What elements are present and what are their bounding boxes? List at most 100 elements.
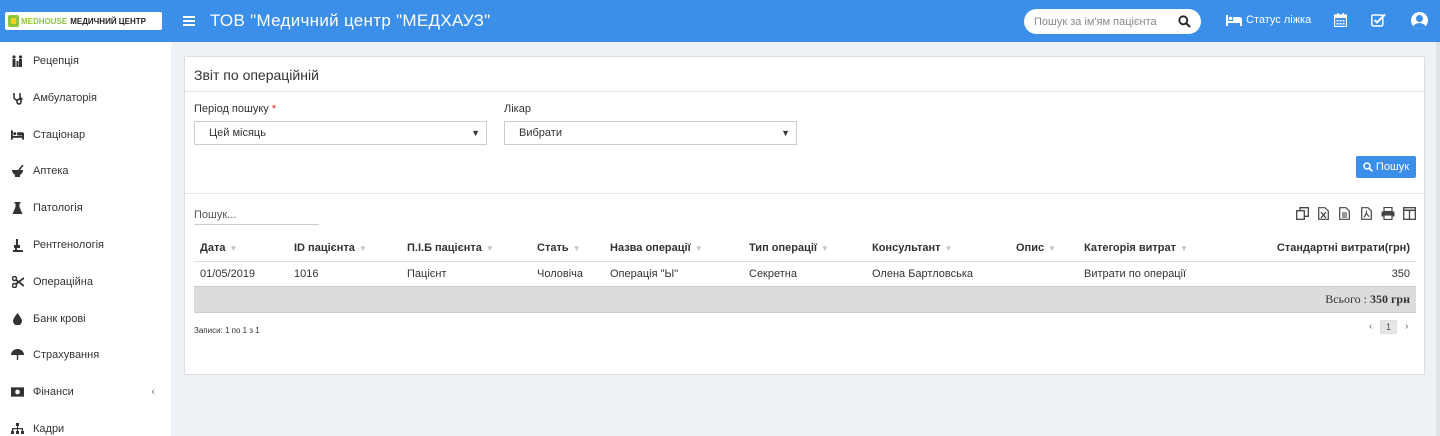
money-icon	[11, 386, 24, 399]
table-row[interactable]: 01/05/2019 1016 Пацієнт Чоловіча Операці…	[194, 261, 1416, 286]
sidebar-item-blood-bank[interactable]: Банк крові	[0, 304, 171, 334]
table-cell: Витрати по операції	[1084, 267, 1187, 280]
period-label: Період пошуку *	[194, 103, 276, 115]
sort-icon: ▼	[694, 243, 703, 253]
period-select-value: Цей місяць	[209, 127, 266, 139]
sidebar-item-inpatient[interactable]: Стаціонар	[0, 120, 171, 150]
sort-icon: ▼	[229, 243, 238, 253]
divider	[185, 91, 1424, 92]
page-scrollbar[interactable]	[1436, 42, 1440, 436]
total-cell: Всього : 350 грн	[194, 285, 1416, 313]
pagination-next[interactable]: ›	[1405, 321, 1408, 332]
search-button-label: Пошук	[1375, 161, 1410, 173]
doctor-select-value: Вибрати	[519, 127, 562, 139]
bed-status-button[interactable]: Статус ліжка	[1226, 14, 1311, 26]
bed-icon	[11, 129, 24, 142]
pdf-icon[interactable]	[1361, 207, 1372, 220]
sidebar-item-reception[interactable]: Рецепція	[0, 46, 171, 76]
column-header[interactable]: Категорія витрат ▼	[1078, 235, 1228, 262]
app-logo[interactable]: MEDHOUSE МЕДИЧНИЙ ЦЕНТР	[5, 12, 162, 30]
column-header[interactable]: Опис ▼	[1010, 235, 1078, 262]
column-header[interactable]: Назва операції ▼	[604, 235, 743, 262]
sidebar-item-operating[interactable]: Операційна	[0, 267, 171, 297]
sort-icon: ▼	[821, 243, 829, 253]
sort-icon: ▼	[1048, 243, 1057, 253]
sidebar-item-outpatient[interactable]: Амбулаторія	[0, 83, 171, 113]
table-cell: 01/05/2019	[200, 267, 256, 280]
column-header[interactable]: Тип операції ▼	[743, 235, 866, 262]
pagination-prev[interactable]: ‹	[1369, 321, 1372, 332]
bed-icon	[1226, 14, 1242, 26]
table-cell: Секретна	[749, 267, 797, 280]
organization-title: ТОВ "Медичний центр "МЕДХАУЗ"	[210, 11, 491, 30]
doctor-select[interactable]: Вибрати ▼	[504, 121, 797, 145]
scissors-icon	[11, 276, 24, 289]
table-cell: Пацієнт	[407, 267, 447, 280]
column-header[interactable]: Стандартні витрати(грн)	[1228, 235, 1416, 262]
caret-down-icon: ▼	[781, 128, 790, 138]
column-header[interactable]: Стать ▼	[531, 235, 604, 262]
sidebar-item-label: Кадри	[33, 423, 65, 435]
blood-drop-icon	[11, 313, 24, 326]
sidebar-item-label: Фінанси	[33, 386, 74, 398]
column-header[interactable]: П.І.Б пацієнта ▼	[401, 235, 531, 262]
table-filter-input[interactable]	[194, 206, 319, 225]
sidebar-item-label: Амбулаторія	[33, 92, 97, 104]
table-total-row: Всього : 350 грн	[194, 285, 1416, 313]
search-icon[interactable]	[1178, 15, 1191, 28]
sidebar-item-label: Страхування	[33, 349, 100, 361]
column-header[interactable]: Дата ▼	[194, 235, 288, 262]
csv-icon[interactable]	[1339, 207, 1350, 220]
sort-icon: ▼	[1180, 243, 1188, 253]
top-navbar: MEDHOUSE МЕДИЧНИЙ ЦЕНТР ТОВ "Медичний це…	[0, 0, 1440, 42]
columns-icon[interactable]	[1403, 207, 1416, 220]
sort-icon: ▼	[944, 243, 953, 253]
copy-icon[interactable]	[1296, 207, 1309, 220]
sidebar-item-pharmacy[interactable]: Аптека	[0, 156, 171, 186]
mortar-icon	[11, 165, 24, 178]
total-label: Всього :	[1325, 291, 1370, 306]
column-header[interactable]: Консультант ▼	[866, 235, 1010, 262]
sort-icon: ▼	[572, 243, 581, 253]
xray-icon	[11, 238, 24, 252]
table-header-row: Дата ▼ ID пацієнта ▼ П.І.Б пацієнта ▼ Стать…	[194, 235, 1416, 262]
operations-table: Дата ▼ ID пацієнта ▼ П.І.Б пацієнта ▼ Стать…	[194, 235, 1416, 313]
org-chart-icon	[11, 423, 24, 436]
sidebar: Рецепція Амбулаторія Стаціонар Аптека Па…	[0, 42, 171, 436]
sidebar-item-insurance[interactable]: Страхування	[0, 340, 171, 370]
patient-search-input[interactable]	[1024, 9, 1164, 34]
sidebar-item-label: Рентгенологія	[33, 239, 104, 251]
umbrella-icon	[11, 349, 24, 362]
reception-icon	[11, 55, 24, 68]
table-cell: Операція "Ы"	[610, 267, 679, 280]
stethoscope-icon	[11, 92, 24, 105]
sidebar-item-finance[interactable]: Фінанси ‹	[0, 377, 171, 407]
chevron-left-icon[interactable]: ‹	[151, 386, 155, 398]
search-button[interactable]: Пошук	[1356, 156, 1416, 178]
sidebar-item-hr[interactable]: Кадри	[0, 414, 171, 436]
divider	[185, 193, 1424, 194]
period-select[interactable]: Цей місяць ▼	[194, 121, 487, 145]
search-icon	[1363, 162, 1373, 172]
table-cell	[1010, 261, 1078, 286]
user-avatar[interactable]	[1411, 12, 1428, 29]
excel-icon[interactable]	[1318, 207, 1329, 220]
table-cell: 350	[1391, 267, 1410, 280]
sidebar-item-pathology[interactable]: Патологія	[0, 193, 171, 223]
pagination-page-current[interactable]: 1	[1380, 320, 1397, 334]
sidebar-item-label: Стаціонар	[33, 129, 86, 141]
flask-icon	[11, 201, 24, 215]
sidebar-item-label: Аптека	[33, 165, 69, 177]
patient-search-box	[1024, 9, 1201, 34]
checkbox-icon[interactable]	[1371, 13, 1386, 27]
menu-icon[interactable]	[183, 12, 195, 30]
sidebar-item-radiology[interactable]: Рентгенологія	[0, 230, 171, 260]
table-cell: Чоловіча	[537, 267, 584, 280]
page-title: Звіт по операційній	[194, 67, 319, 83]
records-info: Записи: 1 по 1 з 1	[194, 326, 260, 335]
column-header[interactable]: ID пацієнта ▼	[288, 235, 401, 262]
doctor-label: Лікар	[504, 103, 531, 115]
calendar-icon[interactable]	[1334, 13, 1347, 27]
bed-status-label: Статус ліжка	[1246, 14, 1312, 26]
print-icon[interactable]	[1381, 207, 1395, 220]
